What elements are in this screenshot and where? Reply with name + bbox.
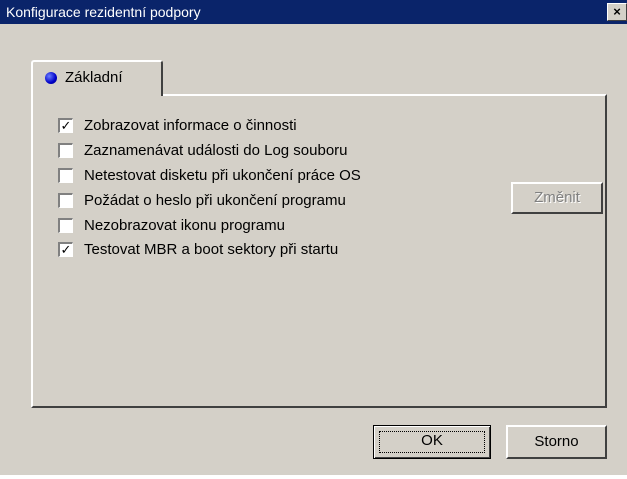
title-bar[interactable]: Konfigurace rezidentní podpory ×: [0, 0, 627, 24]
dialog-window: Konfigurace rezidentní podpory × Základn…: [0, 0, 627, 479]
ok-button[interactable]: OK: [373, 425, 491, 459]
blue-dot-icon: [45, 72, 57, 84]
change-button[interactable]: Změnit: [511, 182, 603, 214]
tab-zakladni[interactable]: Základní: [31, 60, 163, 96]
checkbox[interactable]: ✓: [58, 118, 73, 133]
checkmark-icon: ✓: [60, 242, 72, 257]
cancel-button[interactable]: Storno: [506, 425, 607, 459]
checkbox[interactable]: [58, 218, 73, 233]
checkbox[interactable]: [58, 193, 73, 208]
option-label: Zaznamenávat události do Log souboru: [84, 142, 348, 159]
option-label: Nezobrazovat ikonu programu: [84, 217, 285, 234]
bottom-edge: [0, 475, 627, 479]
option-label: Netestovat disketu při ukončení práce OS: [84, 167, 361, 184]
option-label: Požádat o heslo při ukončení programu: [84, 192, 346, 209]
close-button[interactable]: ×: [607, 3, 627, 21]
ok-label: OK: [421, 432, 443, 449]
checkbox[interactable]: [58, 143, 73, 158]
checkbox[interactable]: [58, 168, 73, 183]
close-icon: ×: [613, 4, 621, 19]
tab-label: Základní: [65, 69, 123, 86]
checkbox[interactable]: ✓: [58, 242, 73, 257]
cancel-label: Storno: [534, 433, 579, 450]
checkmark-icon: ✓: [60, 118, 72, 133]
option-label: Zobrazovat informace o činnosti: [84, 117, 297, 134]
window-title: Konfigurace rezidentní podpory: [6, 4, 201, 20]
option-label: Testovat MBR a boot sektory při startu: [84, 241, 339, 258]
